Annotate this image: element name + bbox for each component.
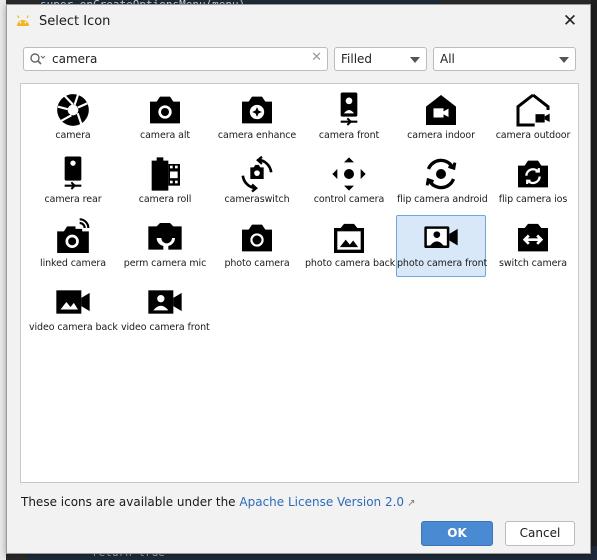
chevron-down-icon <box>410 57 420 63</box>
icon-cell-camera-rear[interactable]: camera rear <box>28 151 118 213</box>
icon-cell-camera-front[interactable]: camera front <box>304 87 394 149</box>
close-button[interactable]: ✕ <box>560 11 580 31</box>
cameraswitch-icon <box>241 155 273 193</box>
icon-cell-switch-camera[interactable]: switch camera <box>488 215 578 277</box>
icon-cell-video-camera-back[interactable]: video camera back <box>28 279 118 341</box>
icon-label: camera <box>55 130 91 141</box>
control-camera-icon <box>332 157 366 191</box>
icon-label: video camera back <box>29 322 118 333</box>
icon-label: photo camera front <box>397 258 488 269</box>
license-prefix: These icons are available under the <box>21 495 240 509</box>
style-dropdown-value: Filled <box>341 52 373 66</box>
icon-label: camera roll <box>138 194 192 205</box>
search-input[interactable] <box>52 50 302 68</box>
icon-label: camera front <box>318 130 380 141</box>
icon-label: linked camera <box>40 258 106 269</box>
icon-cell-camera-roll[interactable]: camera roll <box>120 151 210 213</box>
camera-indoor-icon <box>426 95 456 125</box>
search-box[interactable]: ✕ <box>23 47 328 71</box>
android-icon <box>16 15 30 26</box>
dialog-titlebar: Select Icon ✕ <box>7 5 590 37</box>
icon-label: camera outdoor <box>495 130 571 141</box>
icon-cell-photo-camera-back[interactable]: photo camera back <box>304 215 396 277</box>
icon-cell-camera-alt[interactable]: camera alt <box>120 87 210 149</box>
background-ide-right <box>591 0 597 560</box>
icon-label: flip camera android <box>397 194 488 205</box>
icon-label: camera alt <box>139 130 191 141</box>
icon-cell-perm-camera-mic[interactable]: perm camera mic <box>120 215 210 277</box>
icon-cell-linked-camera[interactable]: linked camera <box>28 215 118 277</box>
icon-label: video camera front <box>121 322 210 333</box>
icon-label: photo camera back <box>305 258 396 269</box>
icon-label: perm camera mic <box>123 258 207 269</box>
icon-grid: camera camera alt camera enhance camera … <box>20 83 579 483</box>
icon-cell-control-camera[interactable]: control camera <box>304 151 394 213</box>
flip-camera-android-icon <box>425 158 457 190</box>
icon-cell-camera[interactable]: camera <box>28 87 118 149</box>
chevron-down-icon <box>559 57 569 63</box>
flip-camera-ios-icon <box>518 160 548 188</box>
photo-camera-back-icon <box>334 223 364 253</box>
icon-label: flip camera ios <box>498 194 568 205</box>
icon-cell-photo-camera-front[interactable]: photo camera front <box>396 215 488 277</box>
video-camera-front-icon <box>148 290 182 314</box>
video-camera-back-icon <box>56 290 90 314</box>
icon-label: photo camera <box>224 258 290 269</box>
icon-label: camera rear <box>44 194 102 205</box>
camera-aperture-icon <box>57 94 89 126</box>
search-icon <box>30 53 45 65</box>
ok-button[interactable]: OK <box>421 521 493 546</box>
camera-front-icon <box>340 92 358 126</box>
camera-alt-icon <box>150 96 180 124</box>
icon-cell-photo-camera[interactable]: photo camera <box>212 215 302 277</box>
external-link-icon: ↗ <box>407 498 416 509</box>
icon-cell-camera-enhance[interactable]: camera enhance <box>212 87 302 149</box>
icon-label: control camera <box>313 194 385 205</box>
icon-cell-flip-camera-android[interactable]: flip camera android <box>396 151 488 213</box>
camera-roll-icon <box>151 157 180 191</box>
icon-cell-camera-indoor[interactable]: camera indoor <box>396 87 486 149</box>
select-icon-dialog: Select Icon ✕ ✕ Filled All <box>6 4 591 554</box>
license-text: These icons are available under the Apac… <box>21 495 415 509</box>
icon-cell-cameraswitch[interactable]: cameraswitch <box>212 151 302 213</box>
switch-camera-icon <box>518 223 548 252</box>
license-link[interactable]: Apache License Version 2.0 <box>239 495 404 509</box>
icon-cell-video-camera-front[interactable]: video camera front <box>120 279 210 341</box>
camera-enhance-icon <box>242 96 272 124</box>
icon-label: switch camera <box>499 258 567 269</box>
clear-search-icon[interactable]: ✕ <box>311 50 322 65</box>
photo-camera-icon <box>242 224 272 252</box>
category-dropdown-value: All <box>440 52 455 66</box>
cancel-button[interactable]: Cancel <box>505 521 575 546</box>
perm-camera-mic-icon <box>148 223 182 250</box>
icon-cell-flip-camera-ios[interactable]: flip camera ios <box>488 151 578 213</box>
category-dropdown[interactable]: All <box>433 47 576 71</box>
dialog-title: Select Icon <box>39 14 111 29</box>
icon-label: camera indoor <box>407 130 475 141</box>
icon-cell-camera-outdoor[interactable]: camera outdoor <box>488 87 578 149</box>
camera-outdoor-icon <box>516 93 550 127</box>
photo-camera-front-icon <box>424 226 458 248</box>
linked-camera-icon <box>57 218 90 253</box>
style-dropdown[interactable]: Filled <box>334 47 427 71</box>
icon-label: camera enhance <box>217 130 297 141</box>
camera-rear-icon <box>64 156 82 190</box>
icon-label: cameraswitch <box>224 194 290 205</box>
